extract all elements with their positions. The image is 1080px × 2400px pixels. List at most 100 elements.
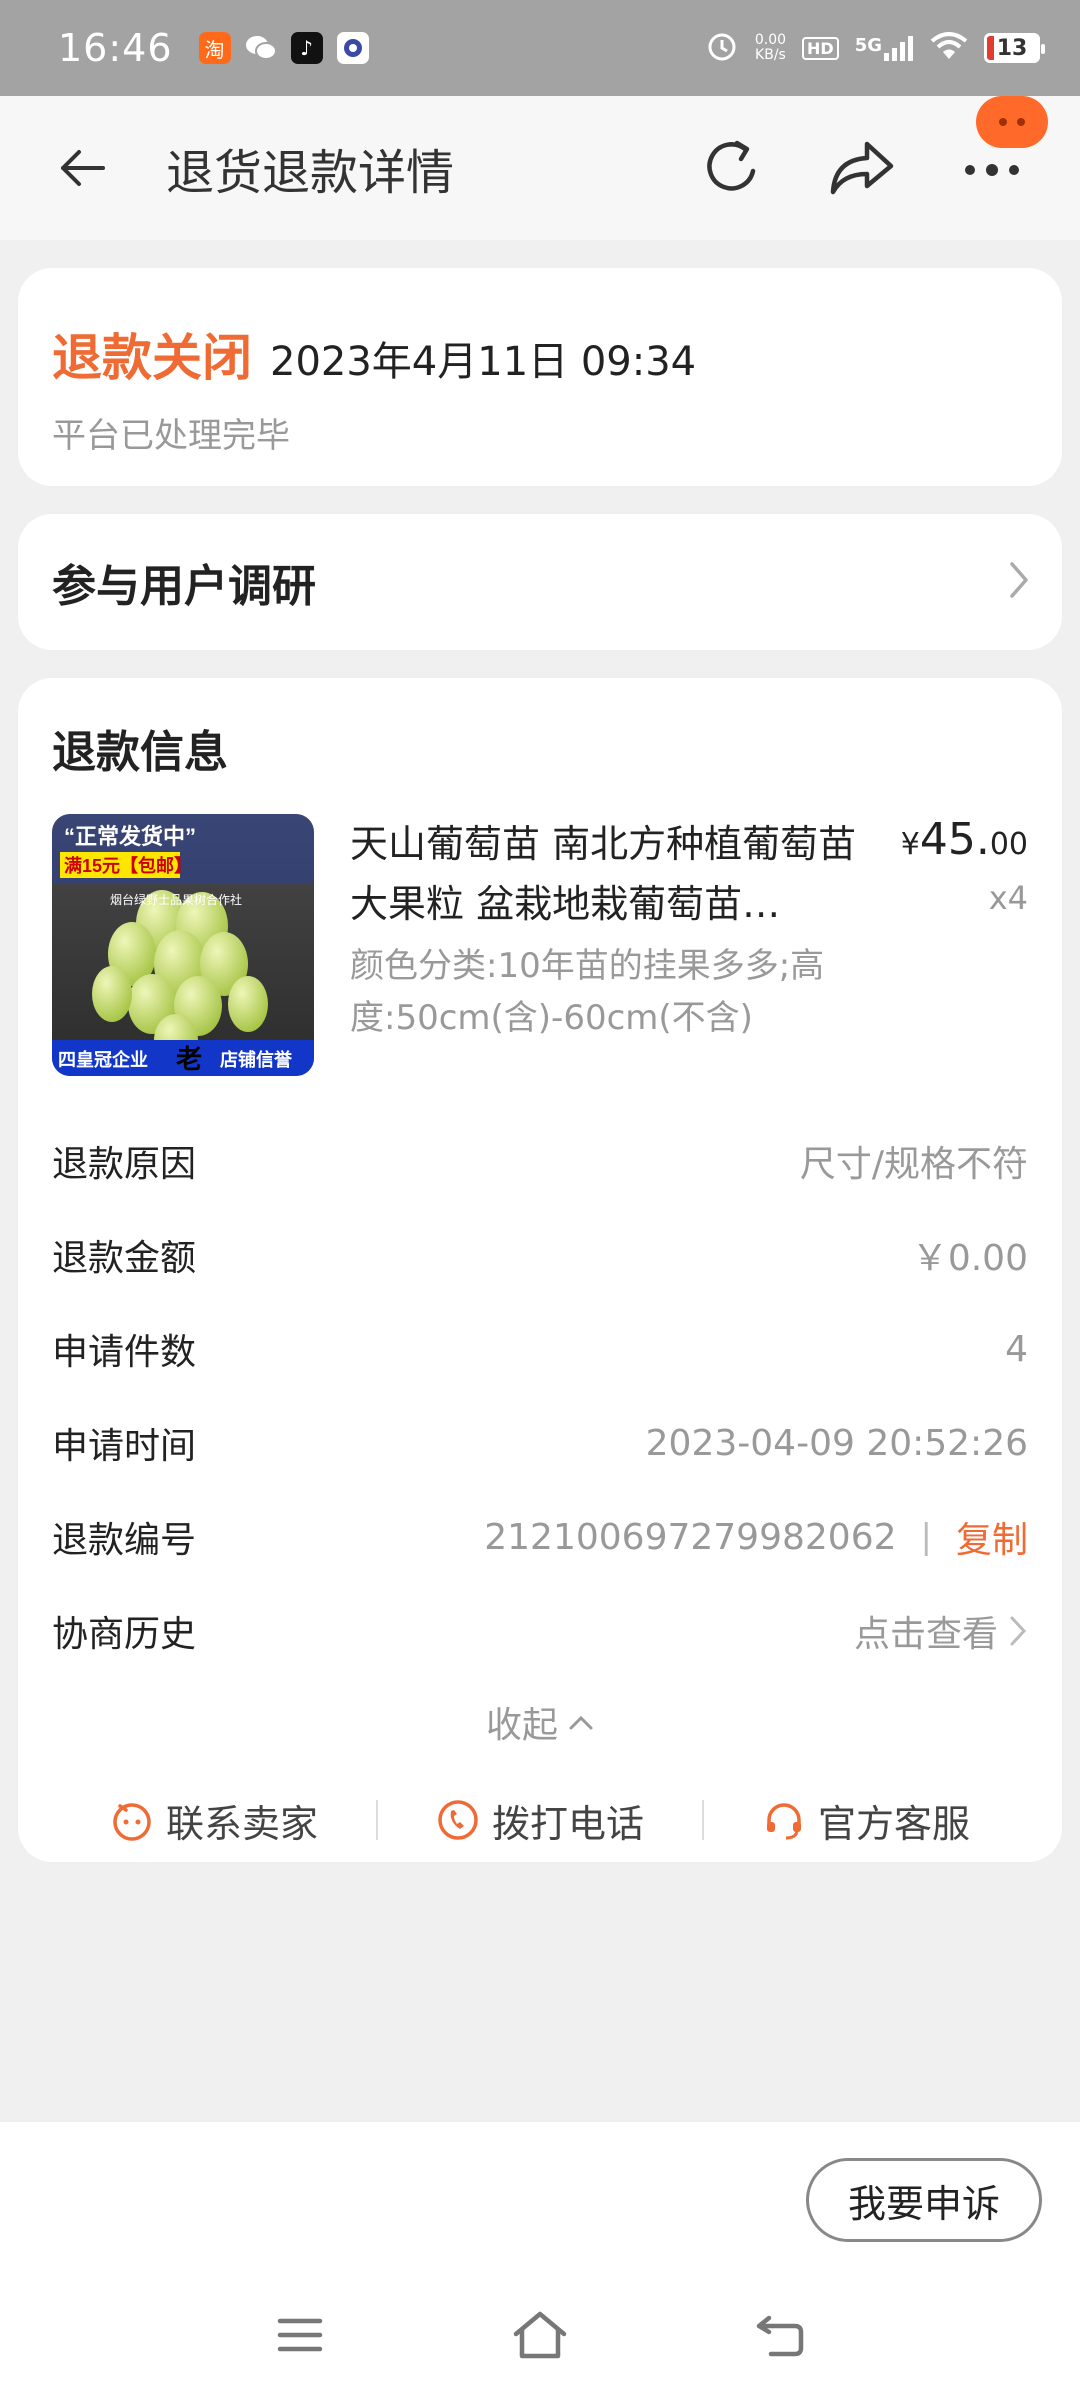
- signal-indicator: 5G: [855, 35, 914, 61]
- product-spec: 颜色分类:10年苗的挂果多多;高度:50cm(含)-60cm(不含): [350, 946, 825, 1038]
- thumb-text-bottom-left: 四皇冠企业: [58, 1049, 148, 1070]
- headset-icon: [766, 1803, 801, 1840]
- refund-reason-value: 尺寸/规格不符: [799, 1144, 1028, 1185]
- request-time-row: 申请时间 2023-04-09 20:52:26: [52, 1396, 1028, 1490]
- product-info: 天山葡萄苗 南北方种植葡萄苗 大果粒 盆栽地栽葡萄苗… 颜色分类:10年苗的挂果…: [350, 814, 870, 1076]
- product-price: ¥45.00: [901, 814, 1028, 865]
- row-label: 申请件数: [52, 1332, 197, 1373]
- system-nav-bar: [0, 2270, 1080, 2400]
- home-nav-button[interactable]: [504, 2299, 576, 2371]
- refund-number-value: 212100697279982062: [484, 1516, 897, 1558]
- price-decimal: 00: [989, 827, 1028, 862]
- appeal-button[interactable]: 我要申诉: [806, 2158, 1042, 2242]
- row-label: 申请时间: [52, 1426, 197, 1467]
- share-button[interactable]: [824, 130, 900, 206]
- app-icon: [336, 32, 369, 64]
- app-header: 退货退款详情: [0, 96, 1080, 240]
- wifi-icon: [930, 31, 968, 65]
- call-phone-label: 拨打电话: [491, 1801, 644, 1846]
- taobao-app-icon: 淘: [198, 32, 231, 64]
- thumb-text-top: “正常发货中”: [64, 824, 196, 849]
- request-time-value: 2023-04-09 20:52:26: [645, 1422, 1028, 1464]
- view-history-label: 点击查看: [853, 1614, 998, 1655]
- refund-number: 212100697279982062 | 复制: [484, 1511, 1028, 1563]
- chevron-up-icon: [569, 1715, 593, 1730]
- contact-bar: 联系卖家 拨打电话 官方客服: [52, 1790, 1028, 1850]
- signal-bars-icon: [884, 36, 913, 61]
- collapse-toggle[interactable]: 收起: [52, 1696, 1028, 1748]
- bottom-action-bar: 我要申诉: [0, 2122, 1080, 2400]
- message-badge-icon: [976, 96, 1048, 148]
- back-arrow-icon: [61, 150, 105, 186]
- call-phone-button[interactable]: 拨打电话: [378, 1793, 702, 1848]
- contact-seller-label: 联系卖家: [165, 1801, 318, 1846]
- notification-icons: 淘 ♪: [198, 32, 369, 64]
- share-icon: [830, 141, 894, 195]
- header-actions: [694, 96, 1048, 206]
- copy-separator: |: [920, 1517, 932, 1557]
- system-status: 0.00 KB/s HD 5G 13: [705, 29, 1045, 67]
- chevron-right-icon: [1010, 1616, 1027, 1646]
- menu-icon: [277, 2318, 323, 2352]
- thumb-text-store: 烟台绿野士品果树合作社: [110, 892, 242, 907]
- refund-amount-row: 退款金额 ￥0.00: [52, 1208, 1028, 1302]
- back-nav-button[interactable]: [744, 2299, 816, 2371]
- request-count-row: 申请件数 4: [52, 1302, 1028, 1396]
- refresh-icon: [707, 140, 756, 191]
- signal-label: 5G: [854, 35, 882, 56]
- net-speed-value: 0.00: [754, 32, 787, 48]
- thumb-text-bottom-right: 店铺信誉: [220, 1049, 293, 1070]
- product-name: 天山葡萄苗 南北方种植葡萄苗 大果粒 盆栽地栽葡萄苗…: [350, 822, 857, 926]
- net-speed-unit: KB/s: [755, 47, 786, 63]
- back-button[interactable]: [42, 128, 122, 208]
- more-button[interactable]: [954, 96, 1048, 206]
- battery-indicator: 13: [984, 33, 1045, 63]
- negotiation-history-row[interactable]: 协商历史 点击查看: [52, 1584, 1028, 1678]
- menu-nav-button[interactable]: [264, 2299, 336, 2371]
- page-title: 退货退款详情: [166, 145, 455, 201]
- refund-status: 退款关闭: [52, 329, 252, 387]
- chat-bubble-icon: [113, 1803, 151, 1841]
- request-count-value: 4: [1005, 1328, 1028, 1370]
- user-survey-entry[interactable]: 参与用户调研: [18, 514, 1062, 650]
- refund-status-card: 退款关闭 2023年4月11日 09:34 平台已处理完毕: [18, 268, 1062, 486]
- price-currency: ¥: [900, 827, 920, 862]
- refund-status-time: 2023年4月11日 09:34: [270, 339, 697, 385]
- more-dots-icon: [965, 164, 1019, 176]
- view-history-link[interactable]: 点击查看: [854, 1605, 1028, 1657]
- product-item[interactable]: “正常发货中” 满15元【包邮】 烟台绿野士品果树合作社 四皇冠企业 老 店铺信…: [52, 814, 1028, 1076]
- row-label: 退款金额: [52, 1238, 197, 1279]
- status-time: 16:46: [58, 26, 173, 70]
- thumb-text-promo: 满15元【包邮】: [64, 855, 192, 876]
- official-service-button[interactable]: 官方客服: [704, 1793, 1028, 1848]
- copy-button[interactable]: 复制: [956, 1511, 1028, 1563]
- product-quantity: x4: [988, 879, 1028, 917]
- refund-status-subtitle: 平台已处理完毕: [52, 416, 290, 456]
- refresh-button[interactable]: [694, 130, 770, 206]
- back-nav-icon: [756, 2315, 804, 2357]
- hd-indicator: HD: [802, 36, 839, 60]
- refund-info-card: 退款信息 “正常发货中” 满15元【包邮】 烟台绿野士品果树合作社 四皇冠企业 …: [18, 678, 1062, 1862]
- survey-label: 参与用户调研: [52, 561, 316, 612]
- status-bar: 16:46 淘 ♪ 0.00 KB/s HD 5G 13: [0, 0, 1080, 96]
- thumb-text-bottom-mid: 老: [176, 1044, 202, 1074]
- product-thumbnail: “正常发货中” 满15元【包邮】 烟台绿野士品果树合作社 四皇冠企业 老 店铺信…: [52, 814, 314, 1076]
- net-speed: 0.00 KB/s: [755, 33, 786, 63]
- refund-reason-row: 退款原因 尺寸/规格不符: [52, 1114, 1028, 1208]
- row-label: 退款原因: [52, 1144, 197, 1185]
- refund-number-row: 退款编号 212100697279982062 | 复制: [52, 1490, 1028, 1584]
- product-price-col: ¥45.00 x4: [901, 814, 1028, 1076]
- contact-seller-button[interactable]: 联系卖家: [52, 1793, 376, 1848]
- phone-icon: [438, 1800, 478, 1840]
- refund-amount-value: ￥0.00: [911, 1238, 1028, 1279]
- tiktok-icon: ♪: [290, 32, 323, 64]
- row-label: 退款编号: [52, 1520, 197, 1561]
- refund-info-title: 退款信息: [52, 727, 228, 778]
- chevron-right-icon: [1008, 560, 1030, 604]
- wechat-icon: [245, 32, 277, 64]
- refund-details: 退款原因 尺寸/规格不符 退款金额 ￥0.00 申请件数 4 申请时间 2023…: [52, 1114, 1028, 1678]
- price-integer: 45.: [919, 814, 990, 865]
- row-label: 协商历史: [52, 1614, 197, 1655]
- official-service-label: 官方客服: [817, 1801, 970, 1846]
- home-icon: [513, 2311, 567, 2359]
